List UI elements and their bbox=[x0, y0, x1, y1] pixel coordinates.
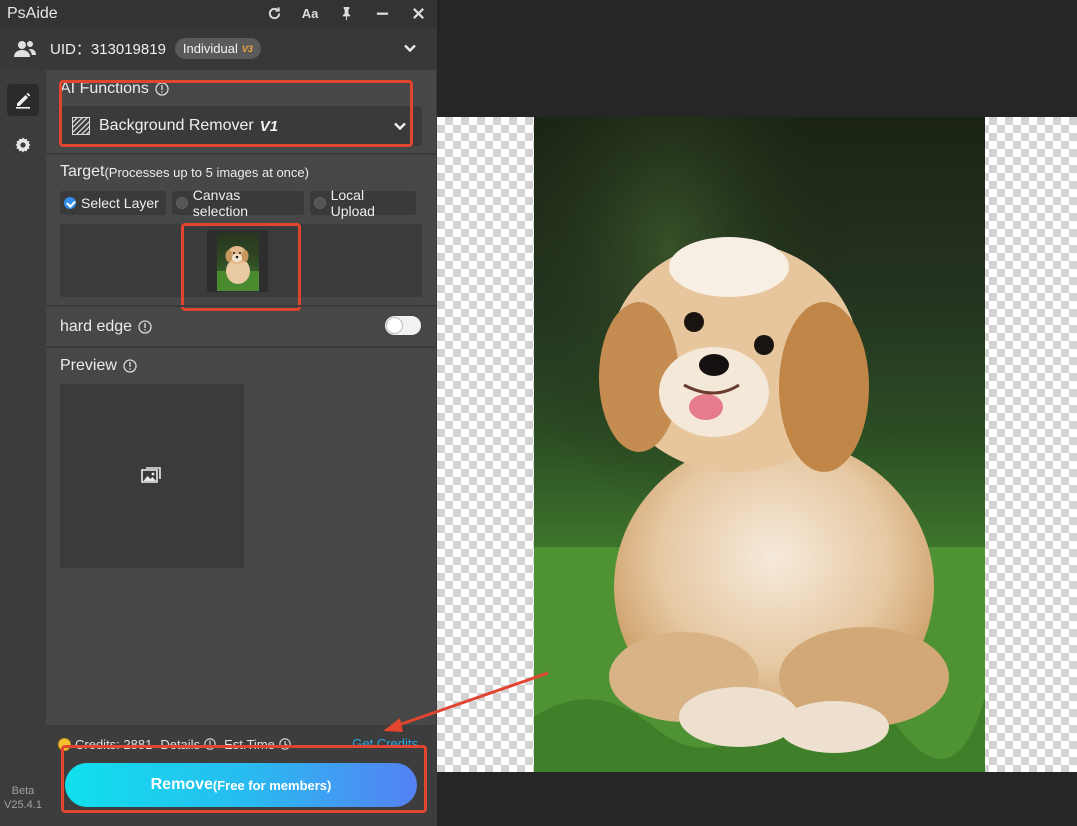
option-label: Select Layer bbox=[81, 195, 159, 211]
preview-title: Preview bbox=[60, 357, 137, 375]
version-info: Beta V25.4.1 bbox=[0, 784, 46, 812]
radio-unchecked-icon bbox=[314, 197, 326, 209]
user-uid: UID：313019819 bbox=[50, 41, 166, 58]
annotation-arrow bbox=[383, 671, 549, 732]
highlight-thumbnail bbox=[181, 223, 301, 311]
user-bar[interactable]: UID：313019819 Individual V3 bbox=[0, 27, 437, 70]
nav-settings-button[interactable] bbox=[7, 129, 39, 161]
pin-icon[interactable] bbox=[337, 5, 355, 23]
chevron-down-icon[interactable] bbox=[402, 40, 418, 56]
plan-tier: V3 bbox=[241, 43, 253, 54]
users-icon bbox=[14, 40, 36, 57]
option-label: Canvas selection bbox=[192, 187, 249, 219]
puppy-photo bbox=[534, 117, 985, 772]
option-local-upload[interactable]: Local Upload bbox=[310, 187, 416, 219]
version-label: V25.4.1 bbox=[4, 799, 42, 811]
plan-name: Individual bbox=[182, 41, 238, 56]
target-subtitle: (Processes up to 5 images at once) bbox=[104, 164, 309, 180]
target-label: Target bbox=[60, 163, 105, 180]
divider bbox=[46, 305, 437, 307]
title-bar: PsAide Aa bbox=[0, 0, 437, 27]
divider bbox=[46, 346, 437, 348]
settings-icon bbox=[15, 137, 31, 153]
option-select-layer[interactable]: Select Layer bbox=[60, 191, 166, 215]
beta-label: Beta bbox=[11, 785, 35, 797]
action-footer: Credits: 2881 Details Est.Time Get Credi… bbox=[46, 725, 437, 826]
refresh-icon[interactable] bbox=[265, 5, 283, 23]
title-actions: Aa bbox=[265, 0, 427, 27]
minimize-icon[interactable] bbox=[373, 5, 391, 23]
option-label: Local Upload bbox=[330, 187, 375, 219]
highlight-remove-button bbox=[61, 745, 427, 813]
target-options: Select Layer Canvas selection Local Uplo… bbox=[60, 187, 416, 219]
plan-badge: Individual V3 bbox=[174, 38, 261, 59]
info-icon[interactable] bbox=[138, 320, 152, 334]
divider bbox=[46, 153, 437, 155]
font-size-icon[interactable]: Aa bbox=[301, 5, 319, 23]
radio-checked-icon bbox=[64, 197, 76, 209]
hard-edge-toggle[interactable] bbox=[385, 316, 421, 335]
hard-edge-row: hard edge bbox=[60, 318, 152, 336]
psaide-panel: PsAide Aa UID：313019819 Individual V3 Be… bbox=[0, 0, 437, 826]
radio-unchecked-icon bbox=[176, 197, 188, 209]
close-icon[interactable] bbox=[409, 5, 427, 23]
puppy-illustration bbox=[534, 117, 985, 772]
app-title: PsAide bbox=[7, 4, 58, 22]
edit-icon bbox=[16, 92, 31, 109]
hard-edge-label: hard edge bbox=[60, 318, 133, 335]
nav-edit-button[interactable] bbox=[7, 84, 39, 116]
option-canvas-selection[interactable]: Canvas selection bbox=[172, 187, 304, 219]
target-title: Target (Processes up to 5 images at once… bbox=[60, 163, 309, 181]
info-icon[interactable] bbox=[123, 359, 137, 373]
side-nav: Beta V25.4.1 bbox=[0, 70, 46, 826]
image-placeholder-icon bbox=[141, 467, 161, 483]
preview-area bbox=[60, 384, 244, 568]
highlight-ai-functions bbox=[59, 80, 413, 147]
preview-label: Preview bbox=[60, 357, 117, 374]
toggle-knob bbox=[387, 318, 402, 333]
